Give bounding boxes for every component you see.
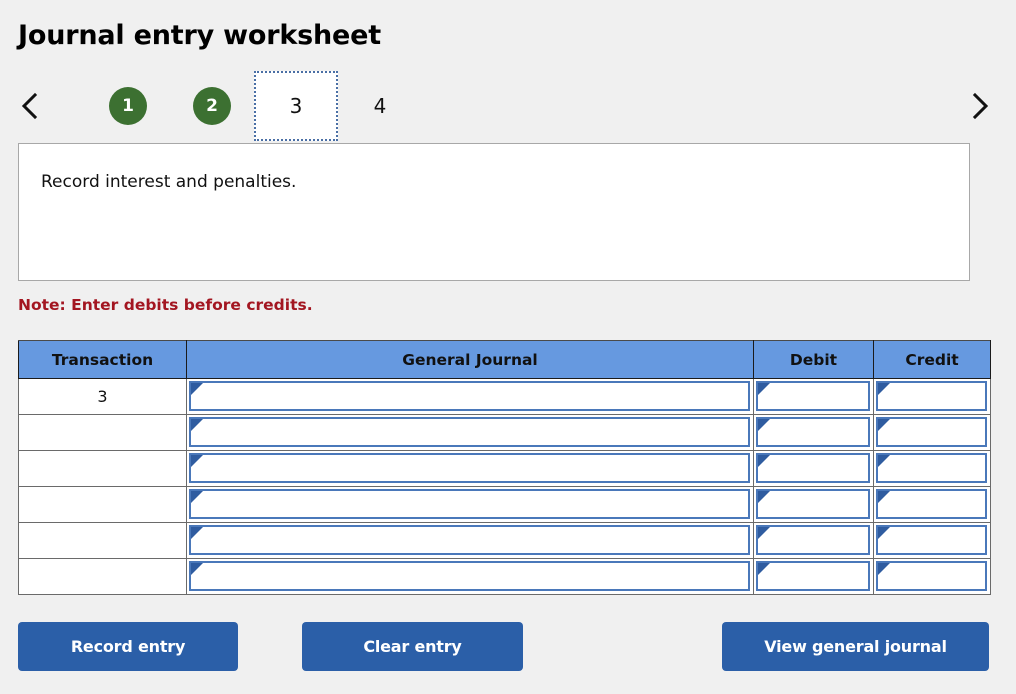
credit-cell[interactable]: [873, 486, 991, 523]
dropdown-triangle-icon: [878, 527, 890, 539]
debit-input-6[interactable]: [756, 561, 870, 591]
general-journal-cell[interactable]: [186, 450, 754, 487]
next-entry-button[interactable]: [958, 76, 1002, 136]
worksheet-tabs: 1 2 3 4: [86, 71, 422, 141]
dropdown-triangle-icon: [758, 383, 770, 395]
credit-input-5[interactable]: [876, 525, 987, 555]
credit-input-2[interactable]: [876, 417, 987, 447]
debit-input-3[interactable]: [756, 453, 870, 483]
credit-input-3[interactable]: [876, 453, 987, 483]
credit-cell[interactable]: [873, 558, 991, 595]
debit-cell[interactable]: [753, 486, 874, 523]
column-header-transaction: Transaction: [18, 340, 187, 379]
account-select-3[interactable]: [189, 453, 750, 483]
general-journal-cell[interactable]: [186, 414, 754, 451]
worksheet-tab-4-label: 4: [373, 94, 387, 118]
dropdown-triangle-icon: [878, 563, 890, 575]
account-select-5[interactable]: [189, 525, 750, 555]
dropdown-triangle-icon: [758, 527, 770, 539]
general-journal-cell[interactable]: [186, 486, 754, 523]
debits-before-credits-note: Note: Enter debits before credits.: [18, 296, 313, 314]
dropdown-triangle-icon: [191, 491, 203, 503]
worksheet-tab-1-label: 1: [109, 87, 147, 125]
account-select-6[interactable]: [189, 561, 750, 591]
general-journal-cell[interactable]: [186, 522, 754, 559]
chevron-left-icon: [19, 91, 41, 121]
table-row: [18, 450, 991, 487]
transaction-number-cell: [18, 558, 187, 595]
general-journal-cell[interactable]: [186, 558, 754, 595]
worksheet-tab-3-label: 3: [289, 94, 303, 118]
entry-description-text: Record interest and penalties.: [41, 172, 297, 192]
column-header-debit: Debit: [753, 340, 874, 379]
clear-entry-button[interactable]: Clear entry: [302, 622, 523, 671]
transaction-number-cell: [18, 450, 187, 487]
table-row: [18, 414, 991, 451]
table-row: [18, 486, 991, 523]
dropdown-triangle-icon: [878, 491, 890, 503]
record-entry-button[interactable]: Record entry: [18, 622, 238, 671]
credit-cell[interactable]: [873, 414, 991, 451]
worksheet-tab-strip: 1 2 3 4: [0, 71, 1016, 141]
credit-input-1[interactable]: [876, 381, 987, 411]
account-select-1[interactable]: [189, 381, 750, 411]
previous-entry-button[interactable]: [8, 76, 52, 136]
debit-input-5[interactable]: [756, 525, 870, 555]
credit-cell[interactable]: [873, 378, 991, 415]
dropdown-triangle-icon: [191, 419, 203, 431]
worksheet-tab-2[interactable]: 2: [170, 76, 254, 136]
dropdown-triangle-icon: [758, 419, 770, 431]
credit-cell[interactable]: [873, 450, 991, 487]
debit-input-1[interactable]: [756, 381, 870, 411]
transaction-number-cell: [18, 486, 187, 523]
credit-cell[interactable]: [873, 522, 991, 559]
debit-cell[interactable]: [753, 522, 874, 559]
action-button-row: Record entry Clear entry View general jo…: [0, 622, 1016, 672]
account-select-2[interactable]: [189, 417, 750, 447]
credit-input-4[interactable]: [876, 489, 987, 519]
dropdown-triangle-icon: [191, 563, 203, 575]
debit-cell[interactable]: [753, 378, 874, 415]
dropdown-triangle-icon: [758, 491, 770, 503]
dropdown-triangle-icon: [878, 455, 890, 467]
debit-cell[interactable]: [753, 558, 874, 595]
account-select-4[interactable]: [189, 489, 750, 519]
worksheet-tab-2-label: 2: [193, 87, 231, 125]
worksheet-tab-4[interactable]: 4: [338, 76, 422, 136]
dropdown-triangle-icon: [191, 455, 203, 467]
table-header-row: Transaction General Journal Debit Credit: [18, 340, 991, 379]
dropdown-triangle-icon: [758, 563, 770, 575]
transaction-number-cell: [18, 414, 187, 451]
table-row: [18, 522, 991, 559]
worksheet-tab-1[interactable]: 1: [86, 76, 170, 136]
general-journal-cell[interactable]: [186, 378, 754, 415]
dropdown-triangle-icon: [878, 383, 890, 395]
transaction-number-cell: [18, 522, 187, 559]
journal-entry-table: Transaction General Journal Debit Credit…: [18, 340, 991, 595]
table-row: [18, 558, 991, 595]
debit-cell[interactable]: [753, 414, 874, 451]
chevron-right-icon: [969, 91, 991, 121]
page-title: Journal entry worksheet: [18, 20, 381, 51]
transaction-number-cell: 3: [18, 378, 187, 415]
dropdown-triangle-icon: [191, 527, 203, 539]
column-header-credit: Credit: [873, 340, 991, 379]
entry-description-panel: Record interest and penalties.: [18, 143, 970, 281]
journal-entry-worksheet-page: Journal entry worksheet 1 2 3 4 Record i…: [0, 0, 1016, 694]
credit-input-6[interactable]: [876, 561, 987, 591]
column-header-general-journal: General Journal: [186, 340, 754, 379]
debit-input-2[interactable]: [756, 417, 870, 447]
dropdown-triangle-icon: [878, 419, 890, 431]
worksheet-tab-3[interactable]: 3: [254, 71, 338, 141]
dropdown-triangle-icon: [758, 455, 770, 467]
dropdown-triangle-icon: [191, 383, 203, 395]
debit-input-4[interactable]: [756, 489, 870, 519]
debit-cell[interactable]: [753, 450, 874, 487]
view-general-journal-button[interactable]: View general journal: [722, 622, 989, 671]
table-row: 3: [18, 378, 991, 415]
